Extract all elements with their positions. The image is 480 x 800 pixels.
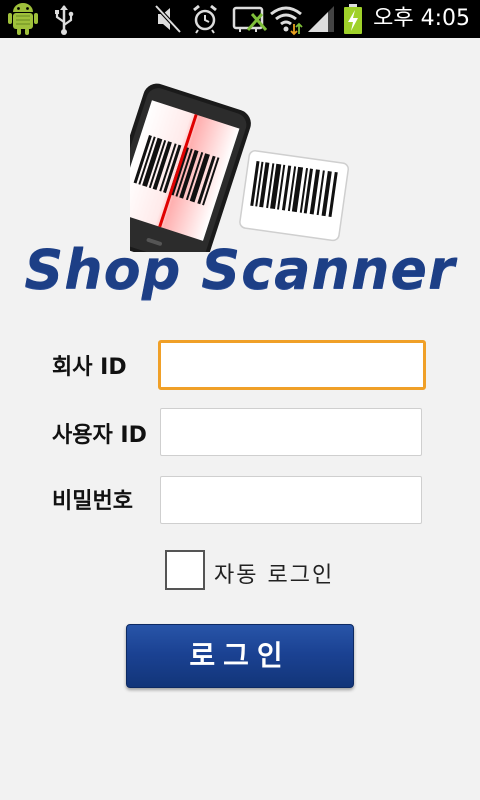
app-title: Shop Scanner <box>24 238 456 301</box>
usb-icon <box>55 5 74 35</box>
status-time: 오후 4:05 <box>373 6 470 31</box>
password-input[interactable] <box>160 476 422 524</box>
user-id-label: 사용자 ID <box>52 423 147 448</box>
signal-icon <box>308 6 334 32</box>
screen-mirror-icon <box>232 6 268 32</box>
password-label: 비밀번호 <box>52 489 133 514</box>
android-debug-icon <box>8 3 38 35</box>
auto-login-label: 자동 로그인 <box>214 563 335 588</box>
mute-icon <box>154 4 182 34</box>
login-button[interactable]: 로그인 <box>126 624 354 688</box>
company-id-input[interactable] <box>158 340 426 390</box>
battery-charging-icon <box>344 4 362 34</box>
status-bar: 오후 4:05 <box>0 0 480 38</box>
barcode-phone-scanner-logo <box>130 83 350 252</box>
user-id-input[interactable] <box>160 408 422 456</box>
wifi-icon <box>270 6 303 36</box>
auto-login-checkbox[interactable] <box>165 550 205 590</box>
alarm-icon <box>193 4 217 34</box>
company-id-label: 회사 ID <box>52 355 127 380</box>
app-screen: 오후 4:05 Shop Scanner 회사 ID 사용자 ID 비밀번호 자… <box>0 0 480 800</box>
